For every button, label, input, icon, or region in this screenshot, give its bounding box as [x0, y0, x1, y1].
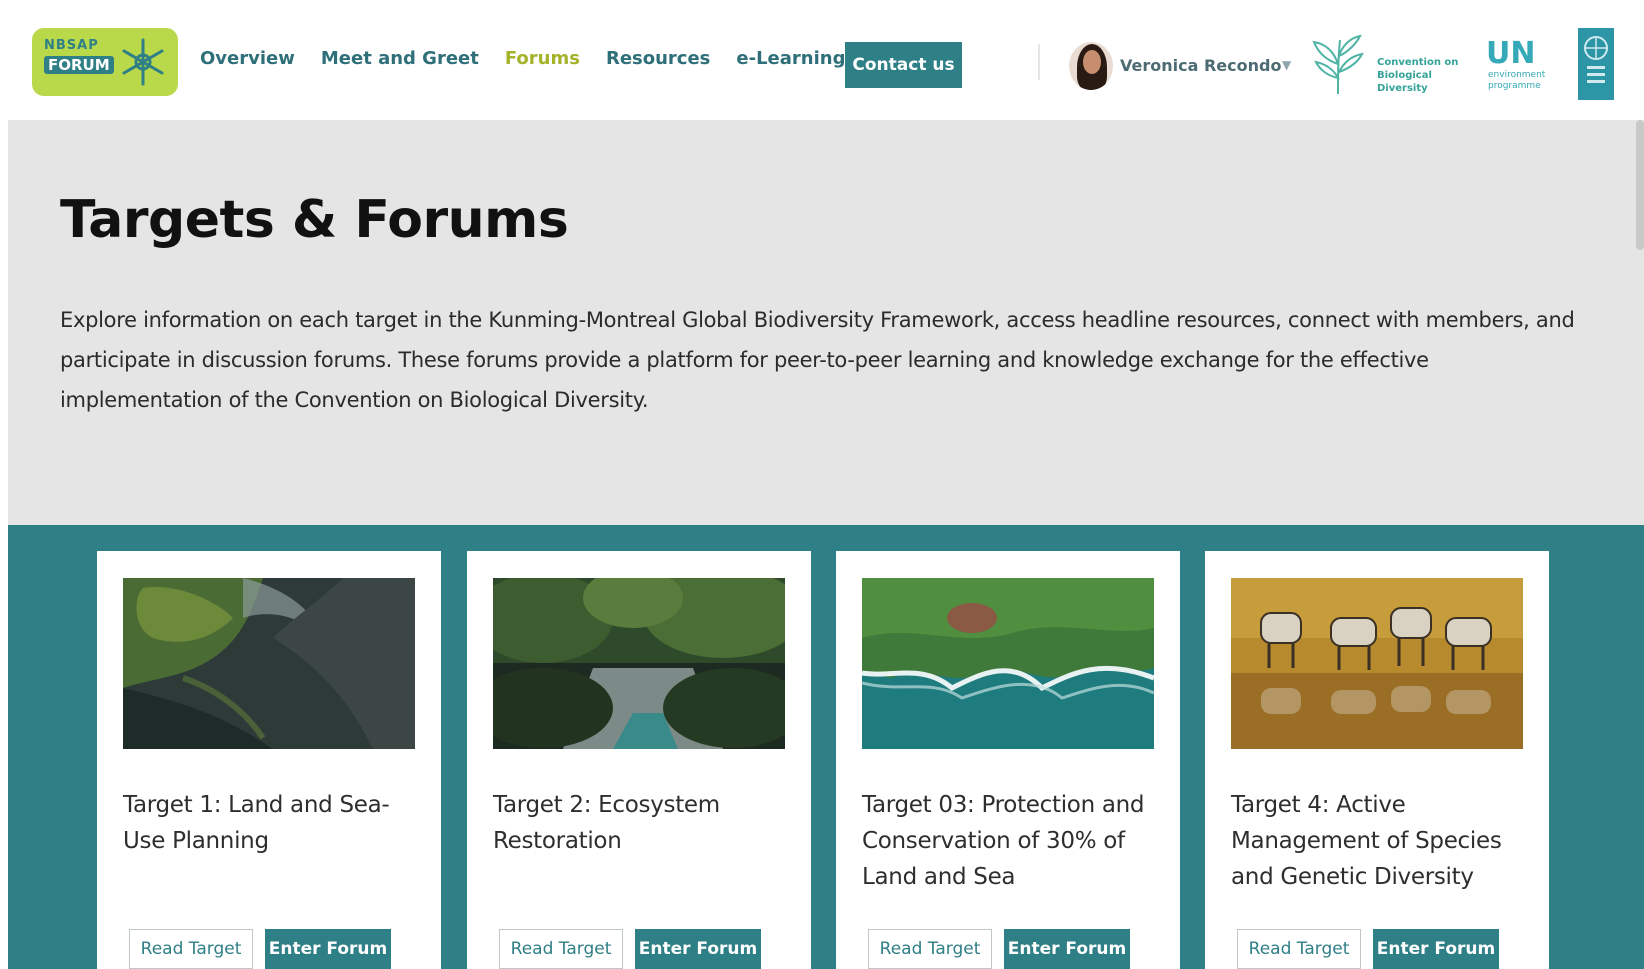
target-image-zebras-waterhole [1231, 578, 1523, 749]
target-card: Target 2: Ecosystem Restoration Read Tar… [467, 551, 811, 969]
nav-meet-and-greet[interactable]: Meet and Greet [321, 48, 479, 69]
un-emblem-icon [1578, 28, 1614, 100]
read-target-button[interactable]: Read Target [499, 929, 623, 969]
un-logo-text: UN [1486, 36, 1536, 71]
target-image-aerial-coast [862, 578, 1154, 749]
top-navigation: NBSAP FORUM Overview Meet and Greet Foru… [0, 0, 1644, 120]
nav-forums[interactable]: Forums [505, 48, 580, 69]
snowflake-leaf-icon [122, 38, 164, 86]
target-title: Target 1: Land and Sea-Use Planning [123, 792, 390, 854]
target-card: Target 4: Active Management of Species a… [1205, 551, 1549, 969]
enter-forum-button[interactable]: Enter Forum [635, 929, 761, 969]
enter-forum-button[interactable]: Enter Forum [1373, 929, 1499, 969]
main-menu: Overview Meet and Greet Forums Resources… [200, 48, 845, 69]
user-name[interactable]: Veronica Recondo [1120, 56, 1281, 75]
enter-forum-button[interactable]: Enter Forum [265, 929, 391, 969]
read-target-button[interactable]: Read Target [129, 929, 253, 969]
page-description: Explore information on each target in th… [60, 308, 1575, 412]
contact-us-button[interactable]: Contact us [845, 42, 962, 88]
target-image-river-forest [493, 578, 785, 749]
page-title: Targets & Forums [60, 190, 569, 250]
nav-resources[interactable]: Resources [606, 48, 710, 69]
chevron-down-icon[interactable]: ▼ [1282, 58, 1291, 72]
nav-divider [1038, 44, 1040, 80]
target-card: Target 1: Land and Sea-Use Planning Read… [97, 551, 441, 969]
nav-overview[interactable]: Overview [200, 48, 295, 69]
page-header: Targets & Forums Explore information on … [8, 120, 1644, 525]
target-title: Target 4: Active Management of Species a… [1231, 792, 1502, 890]
nav-e-learning[interactable]: e-Learning [736, 48, 845, 69]
target-image-coastal-landscape [123, 578, 415, 749]
cbd-logo-icon [1312, 34, 1364, 95]
unep-subtitle: environment programme [1488, 70, 1546, 91]
target-title: Target 2: Ecosystem Restoration [493, 792, 720, 854]
cbd-text: Convention on Biological Diversity [1377, 57, 1459, 94]
nbsap-forum-logo[interactable]: NBSAP FORUM [32, 28, 178, 96]
enter-forum-button[interactable]: Enter Forum [1004, 929, 1130, 969]
read-target-button[interactable]: Read Target [1237, 929, 1361, 969]
target-title: Target 03: Protection and Conservation o… [862, 792, 1145, 890]
read-target-button[interactable]: Read Target [868, 929, 992, 969]
target-card: Target 03: Protection and Conservation o… [836, 551, 1180, 969]
avatar[interactable] [1069, 42, 1113, 90]
scrollbar[interactable] [1636, 120, 1644, 250]
